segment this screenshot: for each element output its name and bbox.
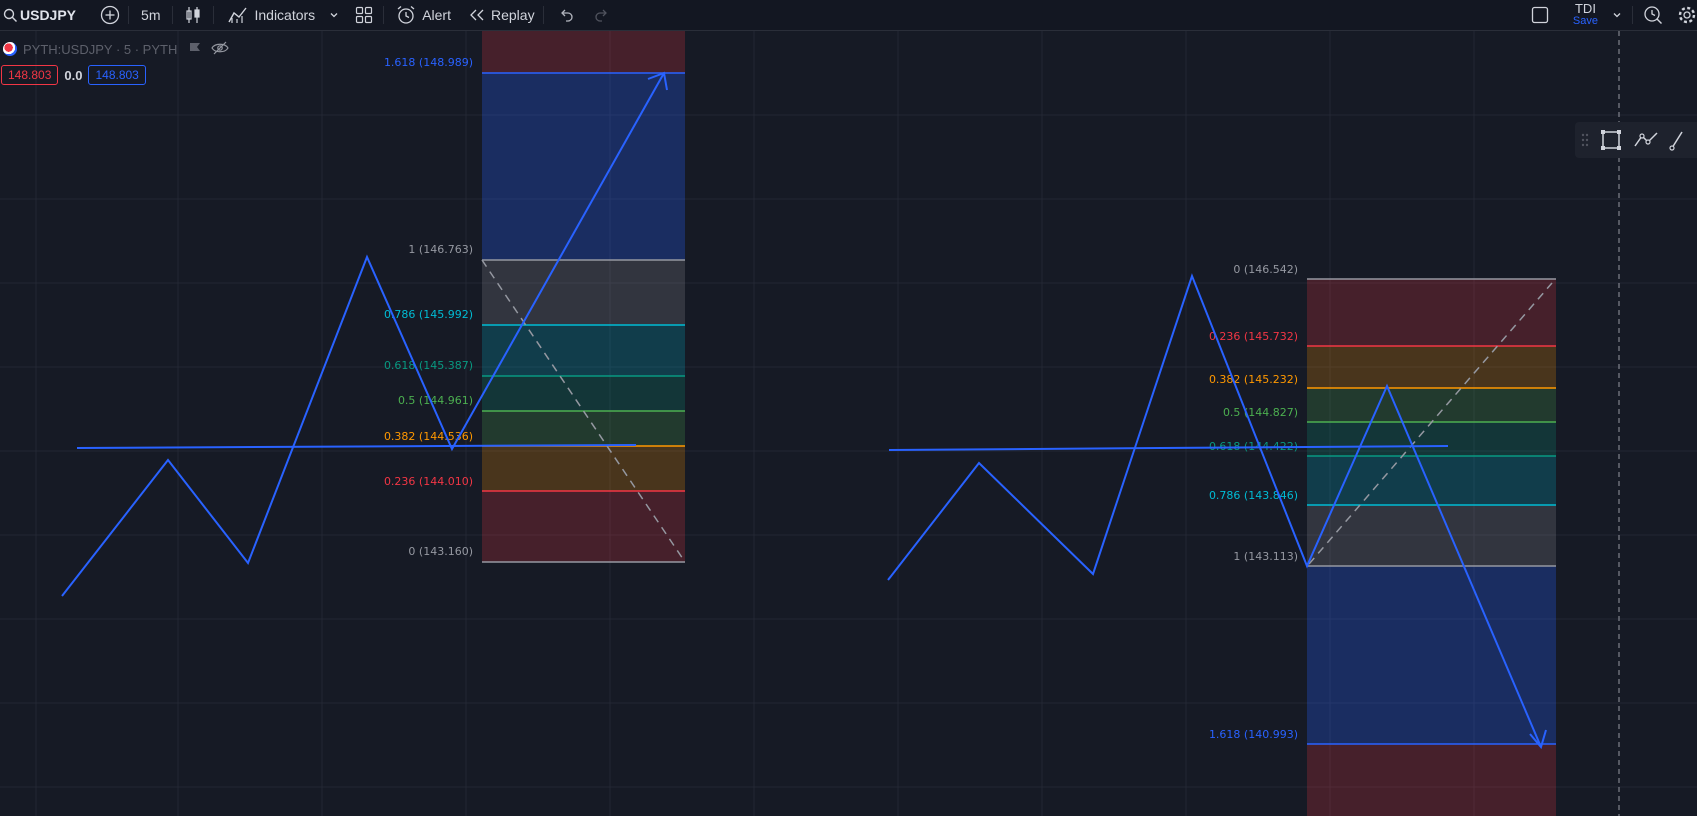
path-tool-icon[interactable] bbox=[1633, 128, 1659, 152]
chart-pane[interactable]: 1.618 (148.989) 1 (146.763) 0.786 (145.9… bbox=[0, 31, 1697, 816]
fib-right-label-0382: 0.382 (145.232) bbox=[1209, 373, 1298, 386]
fib-right-label-1: 1 (143.113) bbox=[1233, 550, 1298, 563]
fib-left-label-05: 0.5 (144.961) bbox=[398, 394, 473, 407]
currency-flag-icon bbox=[3, 42, 17, 56]
fullscreen-button[interactable] bbox=[1517, 0, 1563, 30]
layout-dropdown[interactable] bbox=[1608, 0, 1632, 30]
eye-hidden-icon[interactable] bbox=[211, 41, 230, 58]
top-toolbar: USDJPY 5m Indicators Alert Replay TDI Sa… bbox=[0, 0, 1697, 31]
replay-button[interactable]: Replay bbox=[459, 0, 543, 30]
fib-left-label-1: 1 (146.763) bbox=[408, 243, 473, 256]
quick-search-button[interactable] bbox=[1633, 0, 1673, 30]
templates-button[interactable] bbox=[345, 0, 383, 30]
fib-right-label-05: 0.5 (144.827) bbox=[1223, 406, 1298, 419]
candles-icon bbox=[185, 6, 201, 24]
fib-left-bands bbox=[482, 31, 685, 562]
fib-right-label-0: 0 (146.542) bbox=[1233, 263, 1298, 276]
gear-icon bbox=[1677, 5, 1697, 25]
fib-right-label-0236: 0.236 (145.732) bbox=[1209, 330, 1298, 343]
indicators-label: Indicators bbox=[254, 7, 316, 23]
indicators-button[interactable]: Indicators bbox=[214, 0, 323, 30]
interval-button[interactable]: 5m bbox=[129, 0, 172, 30]
grid-icon bbox=[355, 6, 373, 24]
save-label: Save bbox=[1572, 15, 1598, 27]
fib-right-labels: 0 (146.542) 0.236 (145.732) 0.382 (145.2… bbox=[1209, 263, 1298, 741]
symbol-legend: PYTH:USDJPY · 5 · PYTH 148.803 0.0 148.8… bbox=[0, 40, 230, 85]
ask-price-badge[interactable]: 148.803 bbox=[88, 65, 146, 85]
fib-left-label-0: 0 (143.160) bbox=[408, 545, 473, 558]
rectangle-tool-icon[interactable] bbox=[1599, 128, 1623, 152]
search-icon bbox=[3, 8, 18, 23]
alarm-clock-icon bbox=[396, 5, 416, 25]
chevron-down-icon bbox=[1612, 10, 1622, 20]
undo-icon bbox=[558, 8, 574, 22]
fib-left-label-0236: 0.236 (144.010) bbox=[384, 475, 473, 488]
redo-button[interactable] bbox=[588, 0, 616, 30]
bid-price-badge[interactable]: 148.803 bbox=[1, 65, 59, 85]
fib-left-labels: 1.618 (148.989) 1 (146.763) 0.786 (145.9… bbox=[384, 56, 473, 558]
indicators-dropdown[interactable] bbox=[323, 0, 345, 30]
fib-right-label-0786: 0.786 (143.846) bbox=[1209, 489, 1298, 502]
redo-icon bbox=[594, 8, 610, 22]
drag-handle-icon[interactable] bbox=[1581, 132, 1589, 148]
replay-label: Replay bbox=[490, 7, 535, 23]
compare-button[interactable] bbox=[92, 0, 128, 30]
layout-name-button[interactable]: TDI Save bbox=[1563, 1, 1608, 27]
chevron-down-icon bbox=[329, 10, 339, 20]
legend-title[interactable]: PYTH:USDJPY · 5 · PYTH bbox=[23, 42, 177, 57]
toolbar-right-group: TDI Save bbox=[1517, 0, 1697, 30]
fib-right-bands bbox=[1307, 279, 1556, 816]
chart-type-button[interactable] bbox=[173, 0, 213, 30]
fib-right-label-1618: 1.618 (140.993) bbox=[1209, 728, 1298, 741]
chart-canvas[interactable]: 1.618 (148.989) 1 (146.763) 0.786 (145.9… bbox=[0, 31, 1697, 816]
settings-button[interactable] bbox=[1673, 0, 1697, 30]
plus-circle-icon bbox=[100, 5, 120, 25]
undo-button[interactable] bbox=[544, 0, 588, 30]
spread-value: 0.0 bbox=[64, 67, 83, 83]
layout-name: TDI bbox=[1574, 1, 1596, 16]
symbol-search-button[interactable]: USDJPY bbox=[0, 0, 84, 30]
quick-search-icon bbox=[1643, 5, 1663, 25]
square-icon bbox=[1531, 6, 1549, 24]
trendline-tool-icon[interactable] bbox=[1669, 128, 1683, 152]
fib-left-label-0786: 0.786 (145.992) bbox=[384, 308, 473, 321]
fib-left-label-1618: 1.618 (148.989) bbox=[384, 56, 473, 69]
symbol-name: USDJPY bbox=[20, 7, 77, 23]
indicators-icon bbox=[228, 6, 248, 24]
flag-marker-icon[interactable] bbox=[189, 42, 201, 57]
alert-button[interactable]: Alert bbox=[384, 0, 459, 30]
fib-left-label-0618: 0.618 (145.387) bbox=[384, 359, 473, 372]
rewind-icon bbox=[469, 8, 485, 22]
drawing-floating-toolbar bbox=[1575, 122, 1697, 158]
alert-label: Alert bbox=[422, 7, 451, 23]
